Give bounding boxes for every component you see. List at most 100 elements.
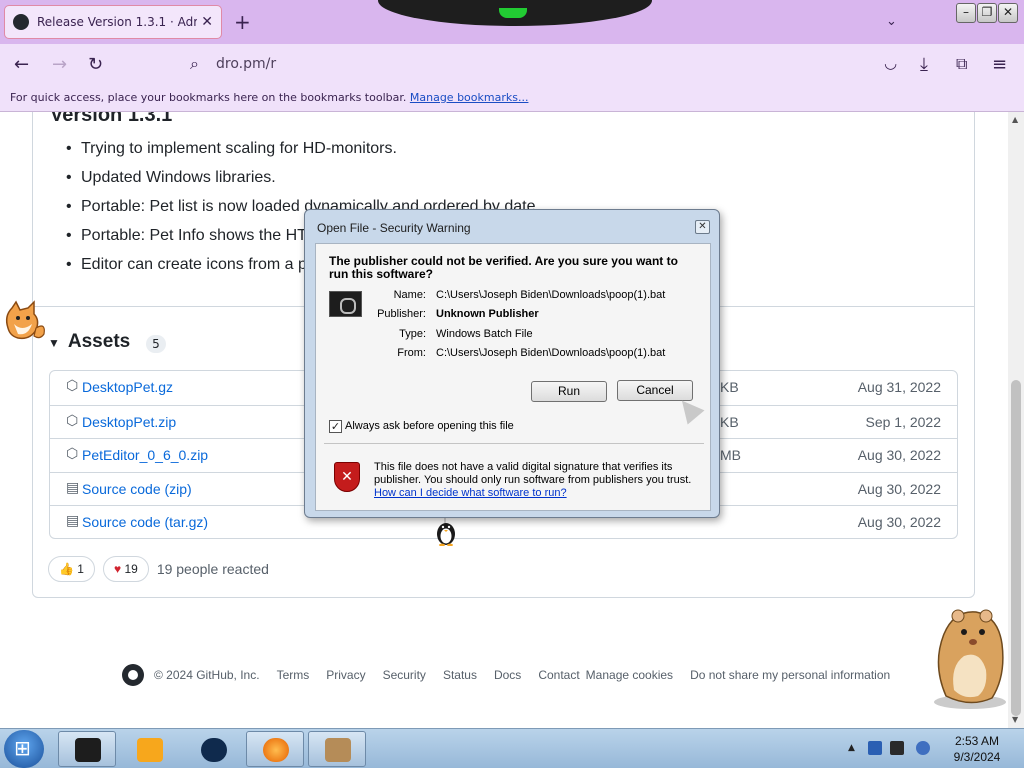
clock-time: 2:53 AM (954, 734, 1000, 748)
window-controls: – ❐ ✕ (956, 3, 1018, 23)
github-logo-icon[interactable] (122, 664, 144, 686)
heart-reaction[interactable]: ♥ 19 (102, 556, 149, 582)
asset-date: Sep 1, 2022 (865, 414, 941, 430)
field-label-type: Type: (399, 328, 426, 340)
shield-warning-icon: ✕ (334, 462, 360, 492)
close-tab-icon[interactable]: ✕ (201, 14, 213, 30)
clock-date: 9/3/2024 (953, 750, 1001, 764)
always-ask-checkbox[interactable]: ✓ (329, 420, 342, 433)
reload-icon[interactable]: ↻ (88, 54, 103, 75)
fox-pet-sprite[interactable] (0, 298, 46, 344)
bookmarks-hint: For quick access, place your bookmarks h… (10, 91, 407, 104)
help-link[interactable]: How can I decide what software to run? (374, 487, 567, 499)
asset-date: Aug 31, 2022 (857, 379, 941, 395)
release-note: Updated Windows libraries. (66, 169, 540, 198)
taskbar-app-pet[interactable] (308, 731, 366, 767)
scroll-down-icon[interactable]: ▼ (1012, 715, 1018, 724)
footer-link-privacy[interactable]: Privacy (326, 668, 365, 682)
file-zip-icon: ▤ (66, 480, 80, 496)
assets-toggle[interactable]: ▼ Assets (48, 331, 130, 353)
url-input[interactable]: dro.pm/r (216, 56, 276, 72)
new-tab-icon[interactable]: + (234, 10, 251, 34)
field-value-type: Windows Batch File (436, 328, 533, 340)
asset-date: Aug 30, 2022 (857, 481, 941, 497)
reactions-summary: 19 people reacted (156, 561, 269, 577)
restore-button[interactable]: ❐ (977, 3, 997, 23)
tray-volume-icon[interactable] (916, 741, 930, 755)
security-warning-dialog: Open File - Security Warning ✕ The publi… (304, 209, 720, 518)
footer-link-do-not-share[interactable]: Do not share my personal information (690, 668, 890, 682)
browser-tab[interactable]: Release Version 1.3.1 · Adrianot ✕ (4, 5, 222, 39)
field-value-publisher: Unknown Publisher (436, 308, 539, 320)
scroll-up-icon[interactable]: ▲ (1012, 115, 1018, 124)
scroll-thumb[interactable] (1011, 380, 1021, 716)
hamster-pet-sprite[interactable] (924, 604, 1008, 710)
forward-arrow-icon[interactable]: → (52, 54, 67, 75)
asset-link[interactable]: DesktopPet.zip (82, 414, 176, 430)
asset-link-name: Source code (82, 514, 161, 530)
pocket-icon[interactable]: ◡ (884, 54, 897, 72)
field-label-from: From: (397, 347, 426, 359)
minimize-button[interactable]: – (956, 3, 976, 23)
file-zip-icon: ▤ (66, 513, 80, 529)
field-value-name: C:\Users\Joseph Biden\Downloads\poop(1).… (436, 289, 666, 301)
assets-heading: Assets (67, 331, 131, 352)
asset-link[interactable]: Source code (zip) (82, 481, 192, 497)
asset-link[interactable]: Source code (tar.gz) (82, 514, 208, 530)
taskbar-app-media[interactable] (120, 731, 178, 767)
notch-indicator-icon (499, 8, 527, 18)
tray-network-icon[interactable] (868, 741, 882, 755)
heart-icon: ♥ (113, 562, 122, 576)
nav-bar: ← → ↻ ⌕ dro.pm/r ◡ ⤓ ⧉ ≡ (0, 44, 1024, 86)
dialog-question: The publisher could not be verified. Are… (329, 254, 678, 281)
cancel-button[interactable]: Cancel (617, 380, 693, 401)
close-window-button[interactable]: ✕ (998, 3, 1018, 23)
site-footer: © 2024 GitHub, Inc. Terms Privacy Securi… (122, 664, 907, 686)
asset-date: Aug 30, 2022 (857, 514, 941, 530)
page-scrollbar[interactable]: ▲ ▼ (1008, 112, 1024, 728)
show-hidden-icons-icon[interactable]: ▲ (848, 743, 855, 753)
taskbar-app-explorer[interactable] (58, 731, 116, 767)
dialog-divider (324, 443, 704, 444)
package-icon: ⬡ (66, 378, 79, 394)
run-button[interactable]: Run (531, 381, 607, 402)
system-tray: ▲ 2:53 AM 9/3/2024 (842, 729, 1024, 769)
taskbar-clock[interactable]: 2:53 AM 9/3/2024 (942, 733, 1012, 765)
disclosure-triangle-icon: ▼ (48, 336, 60, 350)
footer-link-security[interactable]: Security (383, 668, 426, 682)
dialog-close-button[interactable]: ✕ (695, 220, 710, 234)
asset-link[interactable]: DesktopPet.gz (82, 379, 173, 395)
footer-link-manage-cookies[interactable]: Manage cookies (586, 668, 673, 682)
thumbs-up-reaction[interactable]: 👍 1 (48, 556, 95, 582)
extensions-icon[interactable]: ⧉ (956, 54, 967, 74)
assets-count-badge: 5 (146, 335, 166, 353)
footer-link-terms[interactable]: Terms (277, 668, 310, 682)
asset-date: Aug 30, 2022 (857, 447, 941, 463)
dialog-title: Open File - Security Warning (317, 221, 471, 235)
always-ask-label: Always ask before opening this file (345, 420, 514, 432)
tab-bar: Release Version 1.3.1 · Adrianot ✕ + ⌄ –… (0, 0, 1024, 44)
release-note: Trying to implement scaling for HD-monit… (66, 140, 540, 169)
footer-link-docs[interactable]: Docs (494, 668, 521, 682)
firefox-icon (263, 738, 289, 762)
footer-link-status[interactable]: Status (443, 668, 477, 682)
list-tabs-chevron-icon[interactable]: ⌄ (886, 14, 897, 29)
manage-bookmarks-link[interactable]: Manage bookmarks... (410, 91, 529, 104)
start-button[interactable] (4, 730, 44, 768)
footer-link-contact[interactable]: Contact (538, 668, 579, 682)
tray-display-icon[interactable] (890, 741, 904, 755)
asset-size: KB (720, 414, 739, 430)
bookmarks-toolbar: For quick access, place your bookmarks h… (0, 86, 1024, 112)
taskbar-app-globe[interactable] (184, 731, 242, 767)
back-arrow-icon[interactable]: ← (14, 54, 29, 75)
menu-icon[interactable]: ≡ (992, 54, 1007, 75)
download-icon[interactable]: ⤓ (920, 54, 928, 75)
thumbs-up-icon: 👍 (59, 562, 74, 576)
asset-link[interactable]: PetEditor_0_6_0.zip (82, 447, 208, 463)
taskbar: ▲ 2:53 AM 9/3/2024 (0, 728, 1024, 768)
package-icon: ⬡ (66, 413, 79, 429)
dialog-body: The publisher could not be verified. Are… (315, 243, 711, 511)
taskbar-app-firefox[interactable] (246, 731, 304, 767)
media-player-icon (137, 738, 163, 762)
asset-link-suffix: (zip) (160, 481, 192, 497)
